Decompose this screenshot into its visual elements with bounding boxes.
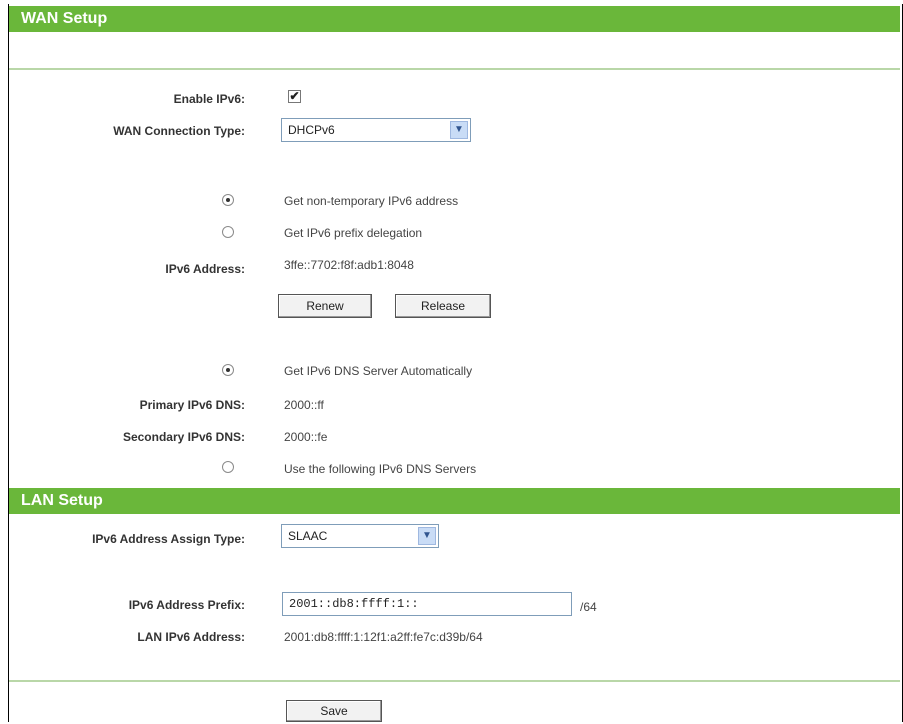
prefix-delegation-label: Get IPv6 prefix delegation: [284, 226, 423, 240]
prefix-suffix: /64: [580, 600, 597, 614]
lan-address-label: LAN IPv6 Address:: [137, 630, 245, 644]
prefix-input[interactable]: 2001::db8:ffff:1::: [282, 592, 572, 616]
save-button[interactable]: Save: [286, 700, 382, 722]
primary-dns-value: 2000::ff: [284, 398, 324, 412]
wan-connection-type-label: WAN Connection Type:: [113, 124, 245, 138]
release-button[interactable]: Release: [395, 294, 491, 318]
secondary-dns-label: Secondary IPv6 DNS:: [122, 430, 245, 444]
secondary-dns-value: 2000::fe: [284, 430, 328, 444]
primary-dns-label: Primary IPv6 DNS:: [139, 398, 245, 412]
chevron-down-icon: ▼: [418, 527, 436, 545]
dns-auto-label: Get IPv6 DNS Server Automatically: [284, 364, 473, 378]
lan-setup-header: LAN Setup: [9, 488, 900, 514]
ipv6-address-label: IPv6 Address:: [165, 262, 245, 276]
chevron-down-icon: ▼: [450, 121, 468, 139]
assign-type-value: SLAAC: [288, 529, 328, 543]
assign-type-select[interactable]: SLAAC ▼: [281, 524, 439, 548]
nontemp-address-radio[interactable]: [222, 194, 234, 206]
enable-ipv6-label: Enable IPv6:: [173, 92, 245, 106]
lan-address-value: 2001:db8:ffff:1:12f1:a2ff:fe7c:d39b/64: [284, 630, 483, 644]
prefix-label: IPv6 Address Prefix:: [128, 598, 245, 612]
ipv6-address-value: 3ffe::7702:f8f:adb1:8048: [284, 258, 414, 272]
dns-auto-radio[interactable]: [222, 364, 234, 376]
assign-type-label: IPv6 Address Assign Type:: [92, 532, 245, 546]
save-divider: [9, 680, 900, 682]
nontemp-address-label: Get non-temporary IPv6 address: [284, 194, 459, 208]
prefix-delegation-radio[interactable]: [222, 226, 234, 238]
renew-button[interactable]: Renew: [278, 294, 372, 318]
dns-manual-label: Use the following IPv6 DNS Servers: [284, 462, 477, 476]
wan-setup-header: WAN Setup: [9, 6, 900, 32]
wan-divider: [9, 68, 900, 70]
dns-manual-radio[interactable]: [222, 461, 234, 473]
enable-ipv6-checkbox[interactable]: ✔: [288, 90, 301, 103]
wan-connection-type-select[interactable]: DHCPv6 ▼: [281, 118, 471, 142]
wan-connection-type-value: DHCPv6: [288, 123, 335, 137]
